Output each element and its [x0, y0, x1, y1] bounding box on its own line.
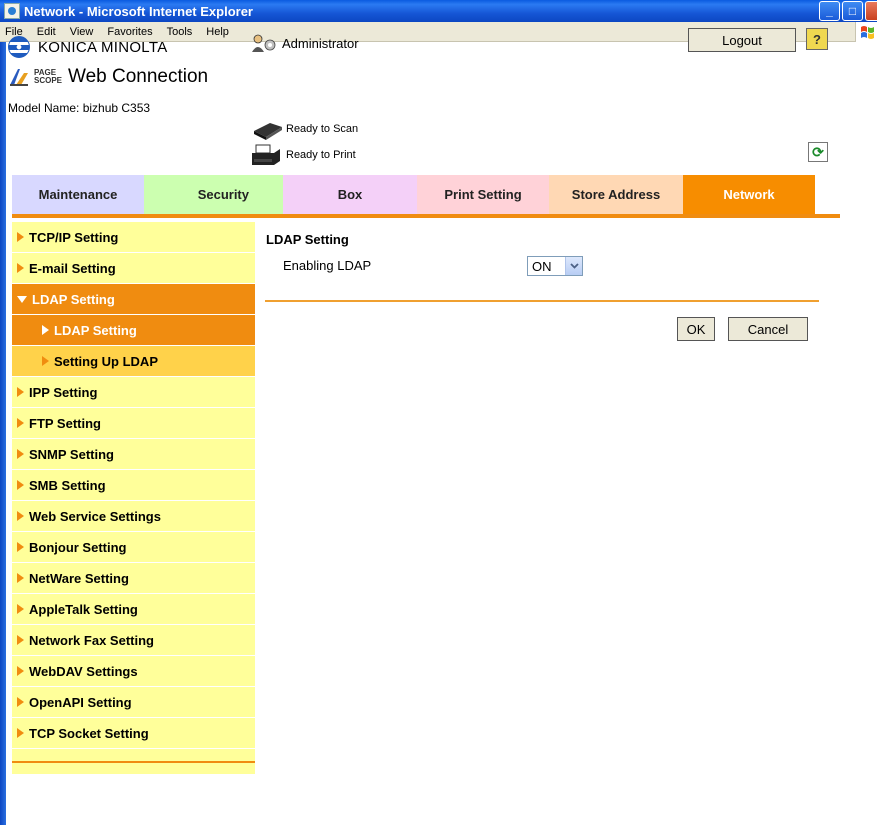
ok-button[interactable]: OK — [677, 317, 715, 341]
arrow-right-icon — [17, 604, 24, 614]
sidebar-subitem-setting-up-ldap[interactable]: Setting Up LDAP — [12, 346, 255, 377]
printer-icon — [250, 143, 284, 167]
pagescope-icon — [8, 67, 30, 87]
arrow-right-icon — [17, 511, 24, 521]
sidebar-item-label: LDAP Setting — [54, 322, 137, 338]
main-tabs: Maintenance Security Box Print Setting S… — [12, 175, 815, 214]
sidebar-item-tcp-socket[interactable]: TCP Socket Setting — [12, 718, 255, 749]
sidebar-item-label: IPP Setting — [29, 384, 98, 400]
scanner-icon — [250, 117, 284, 141]
sidebar: TCP/IP Setting E-mail Setting LDAP Setti… — [12, 222, 255, 774]
sidebar-item-snmp[interactable]: SNMP Setting — [12, 439, 255, 470]
arrow-right-icon — [17, 449, 24, 459]
sidebar-item-label: SNMP Setting — [29, 446, 114, 462]
sidebar-item-label: FTP Setting — [29, 415, 101, 431]
sidebar-item-label: TCP/IP Setting — [29, 229, 119, 245]
administrator-icon — [250, 33, 280, 53]
arrow-right-icon — [17, 480, 24, 490]
sidebar-item-label: Setting Up LDAP — [54, 353, 158, 369]
menu-help[interactable]: Help — [199, 26, 236, 38]
arrow-right-icon — [17, 387, 24, 397]
sidebar-item-label: OpenAPI Setting — [29, 694, 132, 710]
sidebar-item-appletalk[interactable]: AppleTalk Setting — [12, 594, 255, 625]
sidebar-item-openapi[interactable]: OpenAPI Setting — [12, 687, 255, 718]
arrow-right-icon — [17, 263, 24, 273]
sidebar-subitem-ldap-setting[interactable]: LDAP Setting — [12, 315, 255, 346]
tab-network[interactable]: Network — [683, 175, 815, 214]
scan-status: Ready to Scan — [250, 117, 358, 141]
help-icon[interactable]: ? — [806, 28, 828, 50]
arrow-right-icon — [17, 666, 24, 676]
arrow-right-icon — [17, 418, 24, 428]
tab-store-address[interactable]: Store Address — [549, 175, 683, 214]
tab-print-setting[interactable]: Print Setting — [417, 175, 549, 214]
sidebar-item-label: NetWare Setting — [29, 570, 129, 586]
close-button[interactable] — [865, 1, 877, 21]
model-name: Model Name: bizhub C353 — [8, 101, 151, 115]
sidebar-item-web-service[interactable]: Web Service Settings — [12, 501, 255, 532]
sidebar-item-webdav[interactable]: WebDAV Settings — [12, 656, 255, 687]
sidebar-item-label: TCP Socket Setting — [29, 725, 149, 741]
maximize-button[interactable]: □ — [842, 1, 863, 21]
arrow-down-icon — [17, 295, 27, 303]
enabling-ldap-label: Enabling LDAP — [283, 258, 372, 273]
konica-minolta-globe-icon — [8, 36, 30, 58]
tab-divider — [12, 214, 840, 218]
arrow-right-icon — [17, 728, 24, 738]
arrow-right-icon — [17, 573, 24, 583]
sidebar-item-ipp[interactable]: IPP Setting — [12, 377, 255, 408]
content-divider — [265, 300, 819, 302]
sidebar-item-smb[interactable]: SMB Setting — [12, 470, 255, 501]
konica-minolta-logo: KONICA MINOLTA — [8, 36, 168, 58]
sidebar-divider — [12, 761, 255, 763]
refresh-icon[interactable]: ⟳ — [808, 142, 828, 162]
sidebar-item-email[interactable]: E-mail Setting — [12, 253, 255, 284]
brand-name: KONICA MINOLTA — [38, 38, 168, 56]
minimize-button[interactable]: _ — [819, 1, 840, 21]
sidebar-item-label: Network Fax Setting — [29, 632, 154, 648]
sidebar-item-label: E-mail Setting — [29, 260, 116, 276]
sidebar-item-netware[interactable]: NetWare Setting — [12, 563, 255, 594]
print-status: Ready to Print — [250, 143, 356, 167]
chevron-down-icon[interactable] — [565, 257, 582, 275]
arrow-right-icon — [42, 325, 49, 335]
tab-maintenance[interactable]: Maintenance — [12, 175, 144, 214]
sidebar-item-network-fax[interactable]: Network Fax Setting — [12, 625, 255, 656]
sidebar-item-label: AppleTalk Setting — [29, 601, 138, 617]
sidebar-item-label: WebDAV Settings — [29, 663, 138, 679]
arrow-right-icon — [17, 542, 24, 552]
sidebar-item-bonjour[interactable]: Bonjour Setting — [12, 532, 255, 563]
windows-logo-icon — [855, 22, 877, 42]
window-title: Network - Microsoft Internet Explorer — [24, 3, 253, 19]
enabling-ldap-select[interactable]: ON — [527, 256, 583, 276]
arrow-right-icon — [42, 356, 49, 366]
sidebar-item-label: Bonjour Setting — [29, 539, 127, 555]
sidebar-item-ftp[interactable]: FTP Setting — [12, 408, 255, 439]
user-info: Administrator — [250, 33, 359, 53]
pagescope-logo: PAGE SCOPE Web Connection — [8, 66, 208, 88]
sidebar-item-label: SMB Setting — [29, 477, 106, 493]
scan-status-text: Ready to Scan — [286, 123, 359, 135]
tab-box[interactable]: Box — [283, 175, 417, 214]
product-name: Web Connection — [68, 66, 209, 87]
sidebar-item-label: Web Service Settings — [29, 508, 161, 524]
sidebar-item-label: LDAP Setting — [32, 291, 115, 307]
print-status-text: Ready to Print — [286, 149, 356, 161]
page-title: LDAP Setting — [266, 232, 349, 247]
pagescope-prefix: PAGE SCOPE — [34, 68, 63, 85]
user-name: Administrator — [282, 35, 359, 51]
arrow-right-icon — [17, 635, 24, 645]
cancel-button[interactable]: Cancel — [728, 317, 808, 341]
arrow-right-icon — [17, 697, 24, 707]
ie-icon — [4, 3, 20, 19]
enabling-ldap-value: ON — [532, 258, 552, 274]
tab-security[interactable]: Security — [144, 175, 283, 214]
sidebar-item-tcpip[interactable]: TCP/IP Setting — [12, 222, 255, 253]
window-titlebar: Network - Microsoft Internet Explorer _ … — [0, 0, 877, 22]
arrow-right-icon — [17, 232, 24, 242]
logout-button[interactable]: Logout — [688, 28, 796, 52]
sidebar-item-ldap[interactable]: LDAP Setting — [12, 284, 255, 315]
